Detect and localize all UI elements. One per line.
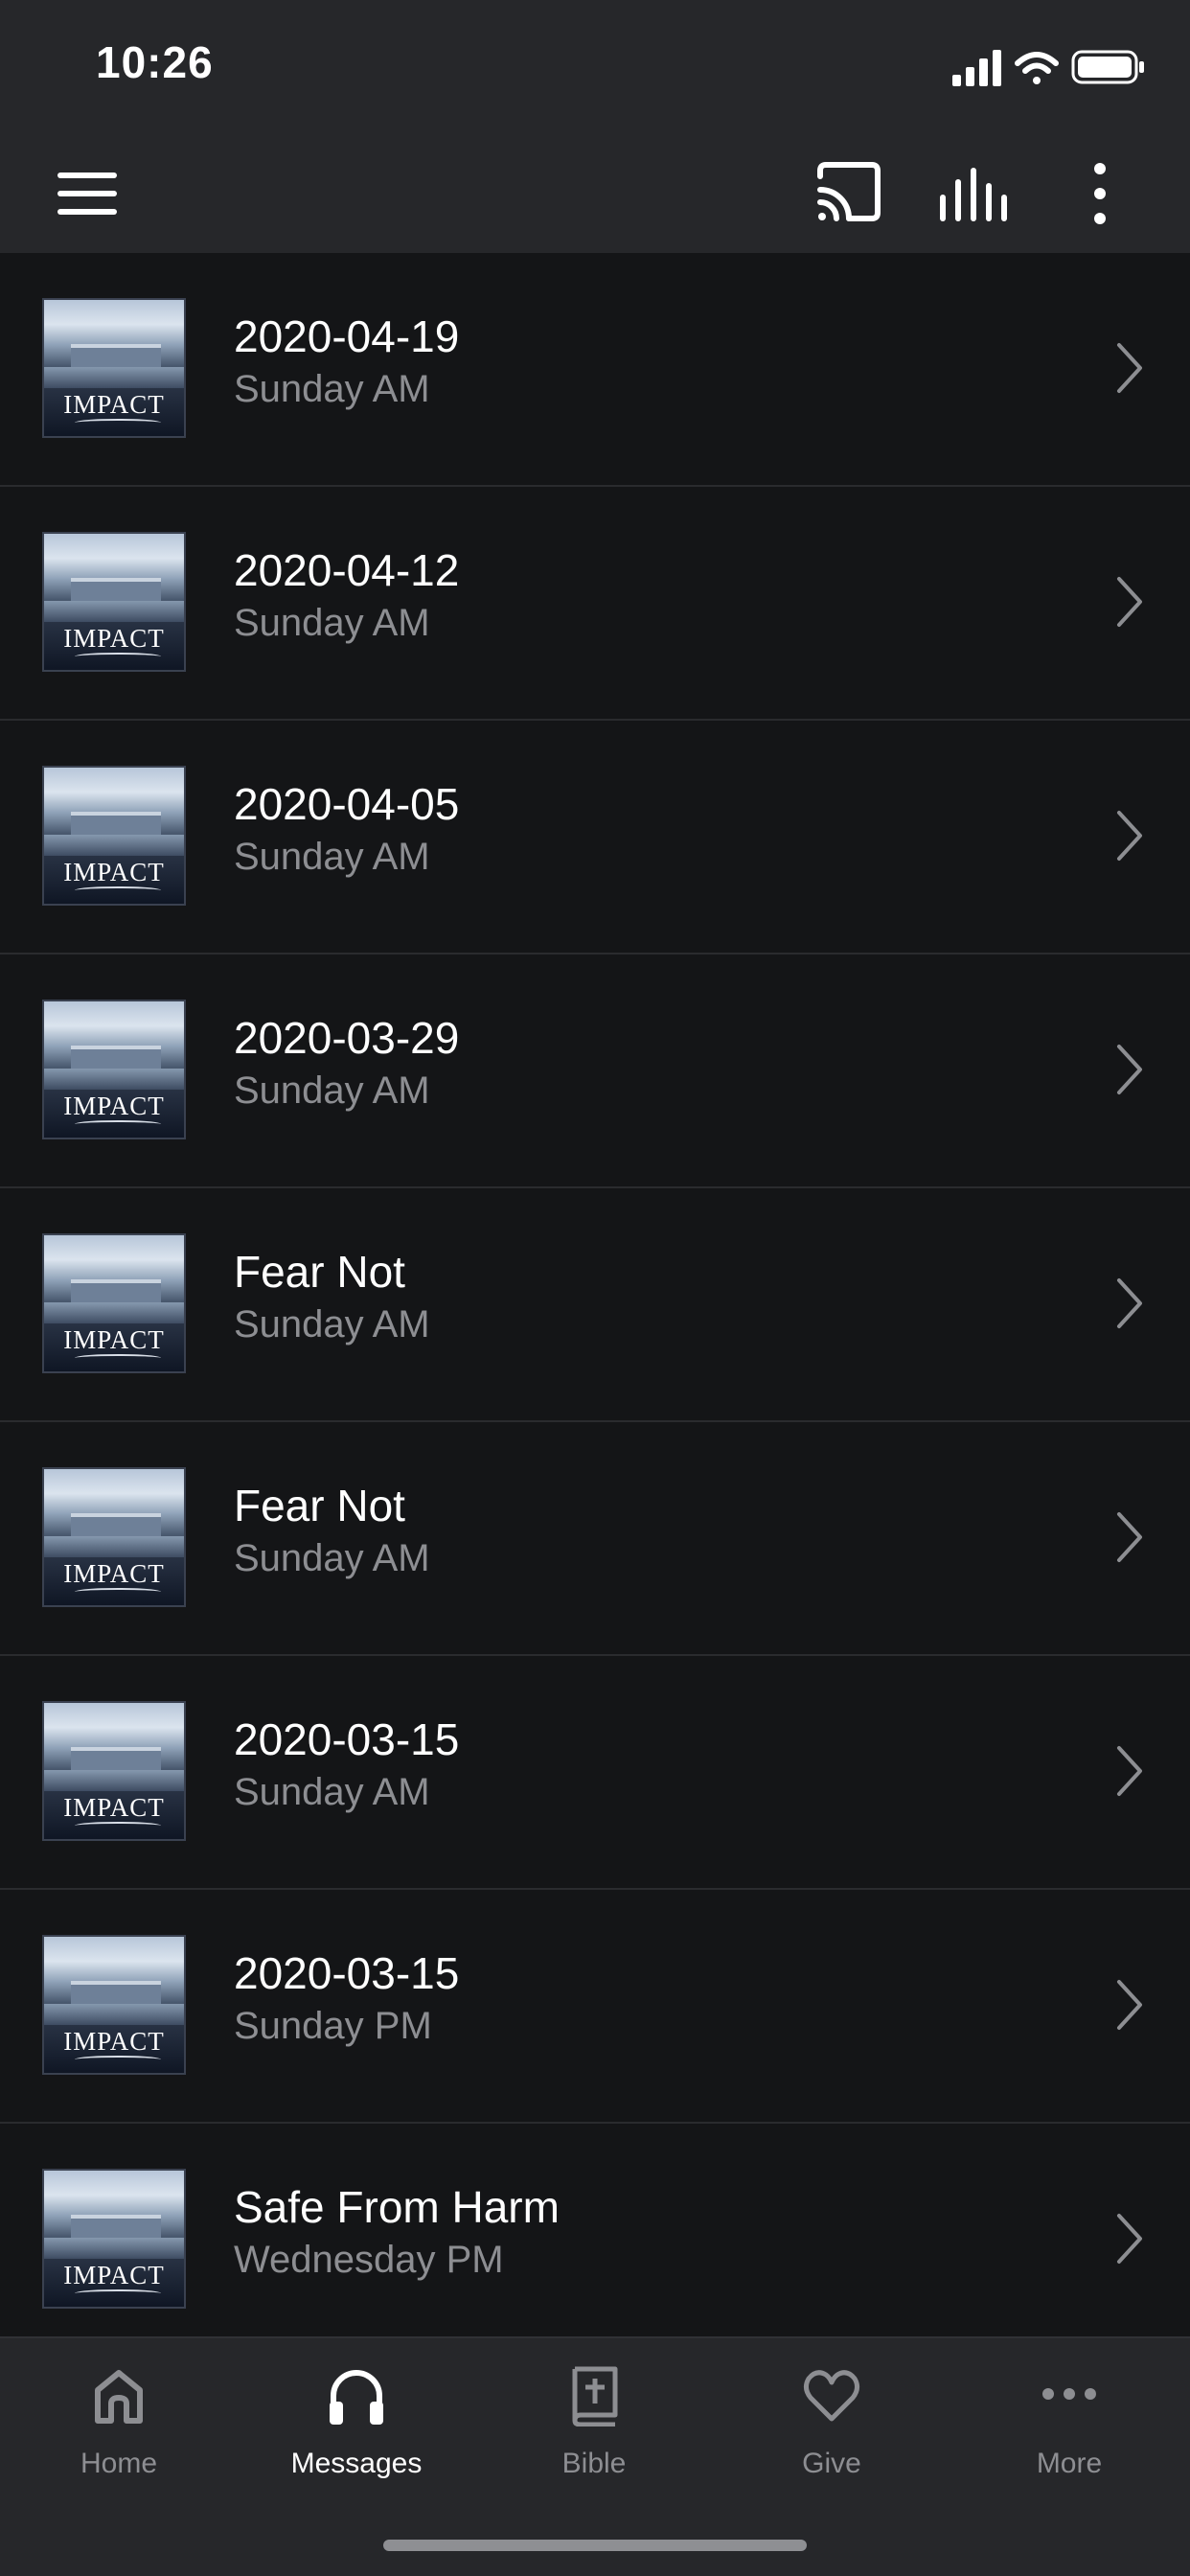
status-time: 10:26 (96, 37, 214, 87)
message-subtitle: Sunday AM (234, 1303, 430, 1346)
sermon-thumbnail: IMPACT (42, 298, 186, 438)
message-subtitle: Sunday AM (234, 836, 430, 878)
chevron-right-icon (1117, 2214, 1142, 2264)
sermon-thumbnail: IMPACT (42, 1467, 186, 1607)
chevron-right-icon (1117, 1746, 1142, 1796)
message-row[interactable]: IMPACT 2020-04-19 Sunday AM (0, 253, 1190, 487)
message-row[interactable]: IMPACT 2020-04-12 Sunday AM (0, 487, 1190, 721)
message-title: 2020-04-12 (234, 545, 460, 595)
heart-icon (803, 2370, 860, 2422)
thumbnail-logo-text: IMPACT (63, 1325, 165, 1354)
message-subtitle: Sunday AM (234, 1537, 430, 1579)
tab-label: Bible (561, 2448, 627, 2479)
message-title: 2020-03-29 (234, 1013, 460, 1063)
message-row[interactable]: IMPACT Safe From Harm Wednesday PM (0, 2124, 1190, 2336)
audio-bars-icon[interactable] (935, 157, 1012, 230)
message-subtitle: Sunday PM (234, 2005, 432, 2047)
battery-icon (1071, 50, 1144, 84)
chevron-right-icon (1117, 577, 1142, 627)
message-subtitle: Wednesday PM (234, 2239, 504, 2281)
message-title: 2020-04-19 (234, 311, 460, 361)
headphones-icon (330, 2370, 383, 2425)
sermon-thumbnail: IMPACT (42, 766, 186, 906)
message-row[interactable]: IMPACT Fear Not Sunday AM (0, 1422, 1190, 1656)
sermon-thumbnail: IMPACT (42, 1233, 186, 1373)
sermon-thumbnail: IMPACT (42, 532, 186, 672)
thumbnail-logo-text: IMPACT (63, 1092, 165, 1120)
status-icons (952, 50, 1144, 86)
message-subtitle: Sunday AM (234, 602, 430, 644)
chevron-right-icon (1117, 1980, 1142, 2030)
tab-label: Home (80, 2448, 158, 2479)
thumbnail-logo-text: IMPACT (63, 624, 165, 653)
home-icon (95, 2370, 143, 2424)
thumbnail-logo-text: IMPACT (63, 2261, 165, 2289)
message-row[interactable]: IMPACT 2020-03-29 Sunday AM (0, 954, 1190, 1188)
message-row[interactable]: IMPACT 2020-03-15 Sunday PM (0, 1890, 1190, 2124)
more-horizontal-icon (1042, 2388, 1096, 2400)
wifi-icon (1015, 52, 1059, 84)
thumbnail-logo-text: IMPACT (63, 390, 165, 419)
message-title: 2020-03-15 (234, 1714, 460, 1764)
message-title: Fear Not (234, 1247, 405, 1297)
message-row[interactable]: IMPACT Fear Not Sunday AM (0, 1188, 1190, 1422)
chevron-right-icon (1117, 811, 1142, 861)
hamburger-menu-icon[interactable] (54, 165, 123, 222)
message-title: 2020-03-15 (234, 1948, 460, 1998)
tab-more[interactable]: More (950, 2358, 1188, 2501)
more-vertical-icon[interactable] (1062, 157, 1138, 230)
app-header (0, 132, 1190, 253)
message-list: IMPACT 2020-04-19 Sunday AM IMPACT 2020-… (0, 253, 1190, 2336)
message-title: Fear Not (234, 1481, 405, 1530)
chevron-right-icon (1117, 1512, 1142, 1562)
bible-icon (572, 2366, 618, 2426)
sermon-thumbnail: IMPACT (42, 1000, 186, 1139)
tab-messages[interactable]: Messages (238, 2358, 475, 2501)
cellular-signal-icon (952, 50, 1001, 86)
message-subtitle: Sunday AM (234, 1771, 430, 1813)
message-subtitle: Sunday AM (234, 368, 430, 410)
thumbnail-logo-text: IMPACT (63, 858, 165, 886)
home-indicator (383, 2540, 807, 2551)
chevron-right-icon (1117, 1045, 1142, 1094)
tab-bible[interactable]: Bible (475, 2358, 713, 2501)
sermon-thumbnail: IMPACT (42, 1701, 186, 1841)
message-row[interactable]: IMPACT 2020-03-15 Sunday AM (0, 1656, 1190, 1890)
cast-icon[interactable] (811, 157, 887, 230)
message-row[interactable]: IMPACT 2020-04-05 Sunday AM (0, 721, 1190, 954)
message-subtitle: Sunday AM (234, 1070, 430, 1112)
chevron-right-icon (1117, 343, 1142, 393)
sermon-thumbnail: IMPACT (42, 1935, 186, 2075)
sermon-thumbnail: IMPACT (42, 2169, 186, 2309)
chevron-right-icon (1117, 1278, 1142, 1328)
tab-home[interactable]: Home (0, 2358, 238, 2501)
tab-label: More (1036, 2448, 1103, 2479)
tab-label: Messages (290, 2448, 423, 2479)
message-title: Safe From Harm (234, 2182, 560, 2232)
tab-label: Give (802, 2448, 861, 2479)
status-bar: 10:26 (0, 0, 1190, 132)
message-title: 2020-04-05 (234, 779, 460, 829)
thumbnail-logo-text: IMPACT (63, 2027, 165, 2056)
thumbnail-logo-text: IMPACT (63, 1793, 165, 1822)
thumbnail-logo-text: IMPACT (63, 1559, 165, 1588)
tab-give[interactable]: Give (713, 2358, 950, 2501)
